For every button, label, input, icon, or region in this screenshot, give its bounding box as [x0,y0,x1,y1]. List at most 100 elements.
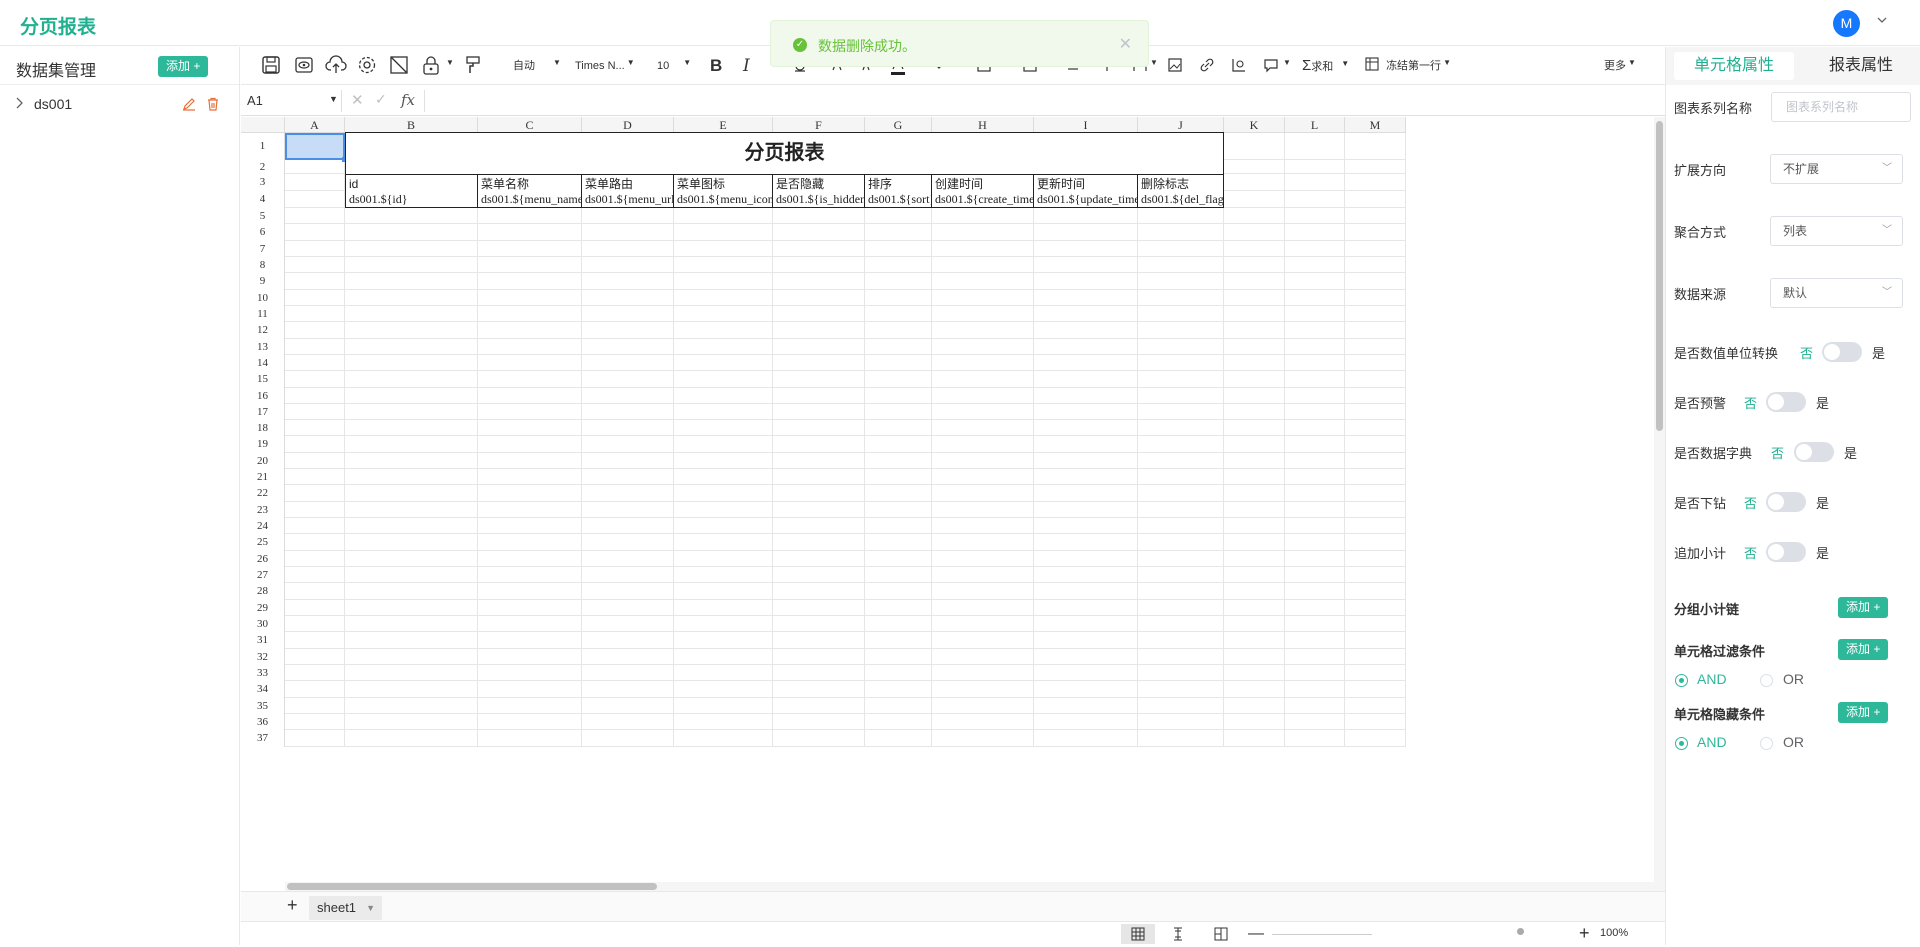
row-header[interactable]: 26 [241,550,285,568]
horizontal-scrollbar[interactable] [285,882,1665,891]
row-header[interactable]: 34 [241,681,285,698]
row-header[interactable]: 32 [241,648,285,665]
table-value-cell[interactable]: ds001.${menu_name} [478,190,582,208]
row-header[interactable]: 23 [241,501,285,519]
confirm-icon[interactable]: ✓ [375,91,387,108]
table-value-cell[interactable]: ds001.${menu_url} [582,190,674,208]
unit-convert-toggle[interactable] [1822,342,1862,362]
column-header[interactable]: J [1138,117,1224,133]
row-header[interactable]: 28 [241,583,285,600]
row-header[interactable]: 9 [241,273,285,290]
row-header[interactable]: 33 [241,664,285,682]
row-header[interactable]: 24 [241,518,285,535]
row-header[interactable]: 5 [241,208,285,225]
chevron-down-icon[interactable] [1876,14,1890,28]
table-header-cell[interactable]: 菜单路由 [582,174,674,191]
italic-button[interactable]: I [743,55,750,77]
select-all-corner[interactable] [241,117,285,133]
clear-format-icon[interactable] [389,55,409,77]
row-header[interactable]: 29 [241,599,285,616]
cell-reference-input[interactable]: A1 [247,93,263,108]
column-header[interactable]: I [1034,117,1138,133]
user-avatar[interactable]: M [1833,10,1860,37]
font-size-select[interactable]: 10 ▼ [657,55,691,77]
row-header[interactable]: 27 [241,567,285,584]
expand-direction-select[interactable]: 不扩展 ﹀ [1770,154,1903,184]
add-group-subtotal-button[interactable]: 添加 + [1838,597,1889,618]
bold-button[interactable]: B [710,55,722,77]
column-header[interactable]: M [1345,117,1406,133]
add-hide-condition-button[interactable]: 添加 + [1838,702,1889,723]
lock-dropdown-caret[interactable]: ▼ [444,55,454,77]
row-header[interactable]: 18 [241,420,285,437]
page-break-view-icon[interactable] [1171,927,1185,944]
row-header[interactable]: 30 [241,616,285,633]
hide-or-label[interactable]: OR [1783,734,1804,750]
dictionary-toggle[interactable] [1794,442,1834,462]
delete-icon[interactable] [206,97,220,111]
row-header[interactable]: 12 [241,322,285,339]
table-value-cell[interactable]: ds001.${del_flag} [1138,190,1224,208]
row-header[interactable]: 6 [241,224,285,241]
preview-icon[interactable] [294,55,314,77]
row-header[interactable]: 10 [241,289,285,306]
hide-and-label[interactable]: AND [1697,734,1727,750]
column-header[interactable]: D [582,117,674,133]
column-header[interactable]: B [345,117,478,133]
zoom-slider-handle[interactable] [1517,928,1524,935]
format-painter-icon[interactable] [465,55,481,77]
row-header[interactable]: 16 [241,387,285,404]
link-icon[interactable] [1199,55,1215,77]
column-header[interactable]: G [865,117,932,133]
column-header[interactable]: E [674,117,773,133]
insert-image-icon[interactable] [1167,55,1183,77]
tab-report-properties[interactable]: 报表属性 [1806,52,1916,80]
upload-icon[interactable] [325,55,347,77]
hide-and-radio[interactable] [1675,737,1688,750]
dataset-tree-item[interactable]: ds001 [0,93,240,117]
column-header[interactable]: C [478,117,582,133]
row-header[interactable]: 21 [241,469,285,486]
row-header[interactable]: 11 [241,305,285,323]
row-header[interactable]: 14 [241,354,285,372]
filter-and-radio[interactable] [1675,674,1688,687]
row-header[interactable]: 37 [241,730,285,747]
selected-cell[interactable] [285,133,345,160]
tab-cell-properties[interactable]: 单元格属性 [1674,52,1794,80]
hide-or-radio[interactable] [1760,737,1773,750]
filter-or-label[interactable]: OR [1783,671,1804,687]
fx-icon[interactable]: fx [401,91,415,109]
font-family-select[interactable]: Times N... ▼ [575,55,635,77]
column-header[interactable]: L [1285,117,1345,133]
sum-button[interactable]: Σ求和 ▼ [1302,55,1349,77]
table-header-cell[interactable]: 创建时间 [932,174,1034,191]
tab-sheet1[interactable]: sheet1 ▼ [309,896,383,920]
row-header[interactable]: 1 [241,133,285,160]
row-header[interactable]: 3 [241,174,285,191]
page-layout-view-icon[interactable] [1214,927,1228,944]
row-header[interactable]: 15 [241,371,285,388]
datasource-select[interactable]: 默认 ﹀ [1770,278,1903,308]
table-header-cell[interactable]: 是否隐藏 [773,174,865,191]
edit-icon[interactable] [182,97,196,111]
zoom-out-icon[interactable]: — [1248,925,1264,943]
lock-icon[interactable] [421,55,441,77]
row-header[interactable]: 22 [241,485,285,502]
aggregate-select[interactable]: 列表 ﹀ [1770,216,1903,246]
horizontal-scroll-thumb[interactable] [287,883,657,890]
comment-caret[interactable]: ▼ [1281,55,1291,77]
table-header-cell[interactable]: 排序 [865,174,932,191]
row-header[interactable]: 7 [241,240,285,257]
normal-view-icon[interactable] [1121,924,1155,944]
zoom-in-icon[interactable]: + [1579,923,1590,944]
spreadsheet-grid[interactable]: A B C D E F G H I J K L M 1 2 3 4 5 6 7 8 9 10 11 12 13 14 15 16 17 18… [241,117,1653,882]
table-header-cell[interactable]: id [345,174,478,191]
gear-icon[interactable] [357,55,377,77]
save-icon[interactable] [261,55,281,77]
row-header[interactable]: 31 [241,632,285,649]
vertical-scrollbar[interactable] [1654,117,1665,882]
more-button[interactable]: 更多 ▼ [1604,55,1636,77]
row-header[interactable]: 2 [241,160,285,174]
table-value-cell[interactable]: ds001.${create_time} [932,190,1034,208]
row-header[interactable]: 35 [241,697,285,714]
